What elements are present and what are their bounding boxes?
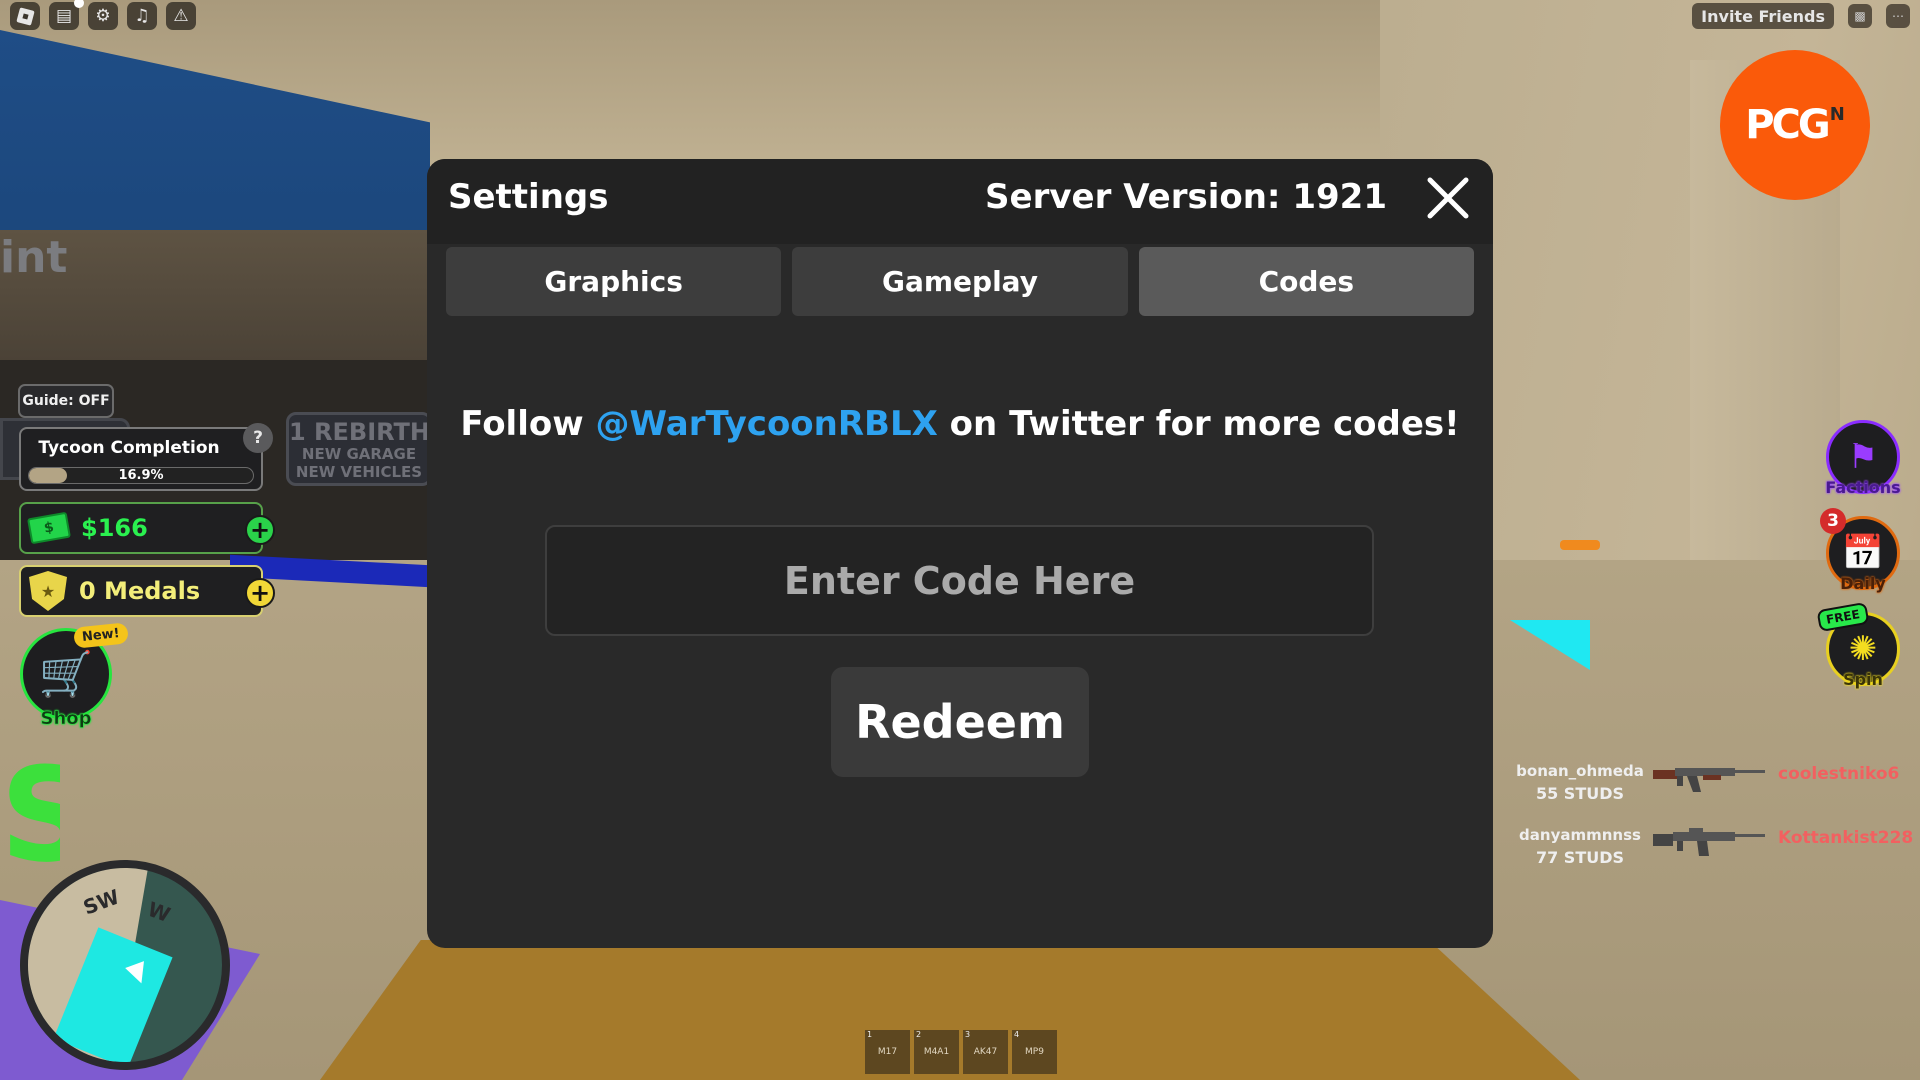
tycoon-progress-label: 16.9% [118,468,164,483]
medals-panel: ★ 0 Medals + [19,565,275,617]
rebirth-title: 1 REBIRTH [289,418,431,446]
daily-count-badge: 3 [1820,508,1846,534]
factions-button[interactable]: ⚑ Factions [1824,420,1902,510]
medal-badge-icon: ★ [29,571,67,611]
rebirth-line-2: NEW VEHICLES [295,463,423,481]
orange-bar [1560,540,1600,550]
watermark-superscript: N [1829,103,1845,125]
redeem-button[interactable]: Redeem [831,667,1089,777]
tab-codes[interactable]: Codes [1138,247,1474,316]
kill-distance: 55 STUDS [1535,784,1625,803]
settings-modal: Settings Server Version: 1921 Graphics G… [427,159,1493,948]
settings-tabs: Graphics Gameplay Codes [446,247,1474,316]
close-button[interactable] [1423,173,1473,223]
follow-prefix: Follow [460,404,596,444]
leaderboard-button[interactable]: ▩ [1848,4,1872,28]
spin-button[interactable]: ✺ FREE Spin [1816,601,1902,702]
slot-number: 4 [1014,1030,1020,1039]
more-options-icon: ⋯ [1892,9,1904,23]
killfeed: bonan_ohmeda 55 STUDS coolestniko6 danya… [1510,760,1914,888]
rebirth-line-1: NEW GARAGE [301,445,417,463]
slot-number: 3 [965,1030,971,1039]
ak47-rifle-icon [1653,768,1765,792]
follow-suffix: on Twitter for more codes! [937,404,1460,444]
notification-dot [74,0,84,8]
daily-label: Daily [1840,574,1886,593]
m4a1-rifle-icon [1653,828,1765,856]
minimap: SW W [20,860,230,1070]
chat-button[interactable]: ▤ [49,0,84,30]
tycoon-completion-panel: Tycoon Completion ? 16.9% [19,423,273,491]
warning-icon: ⚠ [173,6,189,26]
server-version: Server Version: 1921 [985,177,1387,217]
music-icon: ♫ [134,6,150,26]
buy-medals-button[interactable]: + [245,578,275,608]
slot-weapon-label: M4A1 [923,1047,950,1057]
guide-toggle-button[interactable]: Guide: OFF [18,384,114,418]
killer-name: bonan_ohmeda [1516,762,1644,780]
music-button[interactable]: ♫ [127,2,157,30]
hotbar-slot-2[interactable]: 2 M4A1 [914,1030,959,1074]
victim-name: Kottankist228 [1778,828,1914,848]
killfeed-row: bonan_ohmeda 55 STUDS coolestniko6 [1510,760,1910,824]
close-icon [1427,177,1469,219]
code-input[interactable] [545,525,1374,636]
shopping-cart-icon: 🛒 [38,649,94,700]
weapon-hotbar: 1 M17 2 M4A1 3 AK47 4 MP9 [865,1030,1057,1074]
rebirth-sign: 1 REBIRTH NEW GARAGE NEW VEHICLES [286,412,432,486]
slot-weapon-label: AK47 [973,1047,998,1057]
spin-label: Spin [1843,670,1883,689]
wheel-icon: ✺ [1848,629,1878,669]
calendar-icon: 📅 [1841,533,1885,573]
killfeed-row: danyammnnss 77 STUDS Kottankist228 [1510,824,1914,888]
slot-weapon-label: M17 [877,1047,898,1057]
roblox-menu-button[interactable] [10,2,40,30]
watermark-text: PCG [1745,102,1830,148]
medals-value: 0 Medals [79,577,201,605]
roblox-menu-icon [15,6,35,26]
slot-number: 1 [867,1030,873,1039]
green-sign: S [0,760,60,870]
faded-sign-text: int [0,232,68,283]
modal-title: Settings [448,177,609,217]
shop-label: Shop [40,708,92,730]
cash-icon: $ [27,511,71,545]
factions-label: Factions [1825,478,1901,497]
buy-cash-button[interactable]: + [245,515,275,545]
slot-weapon-label: MP9 [1025,1047,1044,1057]
tab-gameplay[interactable]: Gameplay [792,247,1128,316]
compass-w: W [144,896,174,928]
daily-button[interactable]: 📅 3 Daily [1820,508,1902,606]
hotbar-slot-4[interactable]: 4 MP9 [1012,1030,1057,1074]
report-button[interactable]: ⚠ [166,2,196,30]
cash-panel: $ $166 + [19,502,275,554]
killer-name: danyammnnss [1519,826,1641,844]
help-button[interactable]: ? [243,423,273,453]
slot-number: 2 [916,1030,922,1039]
follow-message: Follow @WarTycoonRBLX on Twitter for mor… [427,404,1493,444]
modal-header: Settings Server Version: 1921 [427,159,1493,244]
settings-button[interactable]: ⚙ [88,2,118,30]
roblox-topbar-right: Invite Friends ▩ ⋯ [1692,3,1910,29]
more-options-button[interactable]: ⋯ [1886,4,1910,28]
pcgn-watermark-logo: PCG N [1720,50,1870,200]
hotbar-slot-1[interactable]: 1 M17 [865,1030,910,1074]
leaderboard-icon: ▩ [1854,9,1866,23]
shop-button[interactable]: 🛒 New! Shop [18,622,129,729]
kill-distance: 77 STUDS [1535,848,1625,867]
roblox-topbar-left: ▤ ⚙ ♫ ⚠ [10,0,196,30]
tycoon-progress-bar: 16.9% [28,467,254,484]
cash-value: $166 [81,514,148,542]
invite-friends-button[interactable]: Invite Friends [1692,3,1834,29]
victim-name: coolestniko6 [1778,764,1900,784]
chat-icon: ▤ [55,6,73,26]
tab-graphics[interactable]: Graphics [446,247,782,316]
twitter-handle-link[interactable]: @WarTycoonRBLX [595,404,937,444]
tycoon-completion-title: Tycoon Completion [38,438,220,458]
hotbar-slot-3[interactable]: 3 AK47 [963,1030,1008,1074]
settings-gear-icon: ⚙ [95,6,111,26]
banner-icon: ⚑ [1847,437,1879,477]
